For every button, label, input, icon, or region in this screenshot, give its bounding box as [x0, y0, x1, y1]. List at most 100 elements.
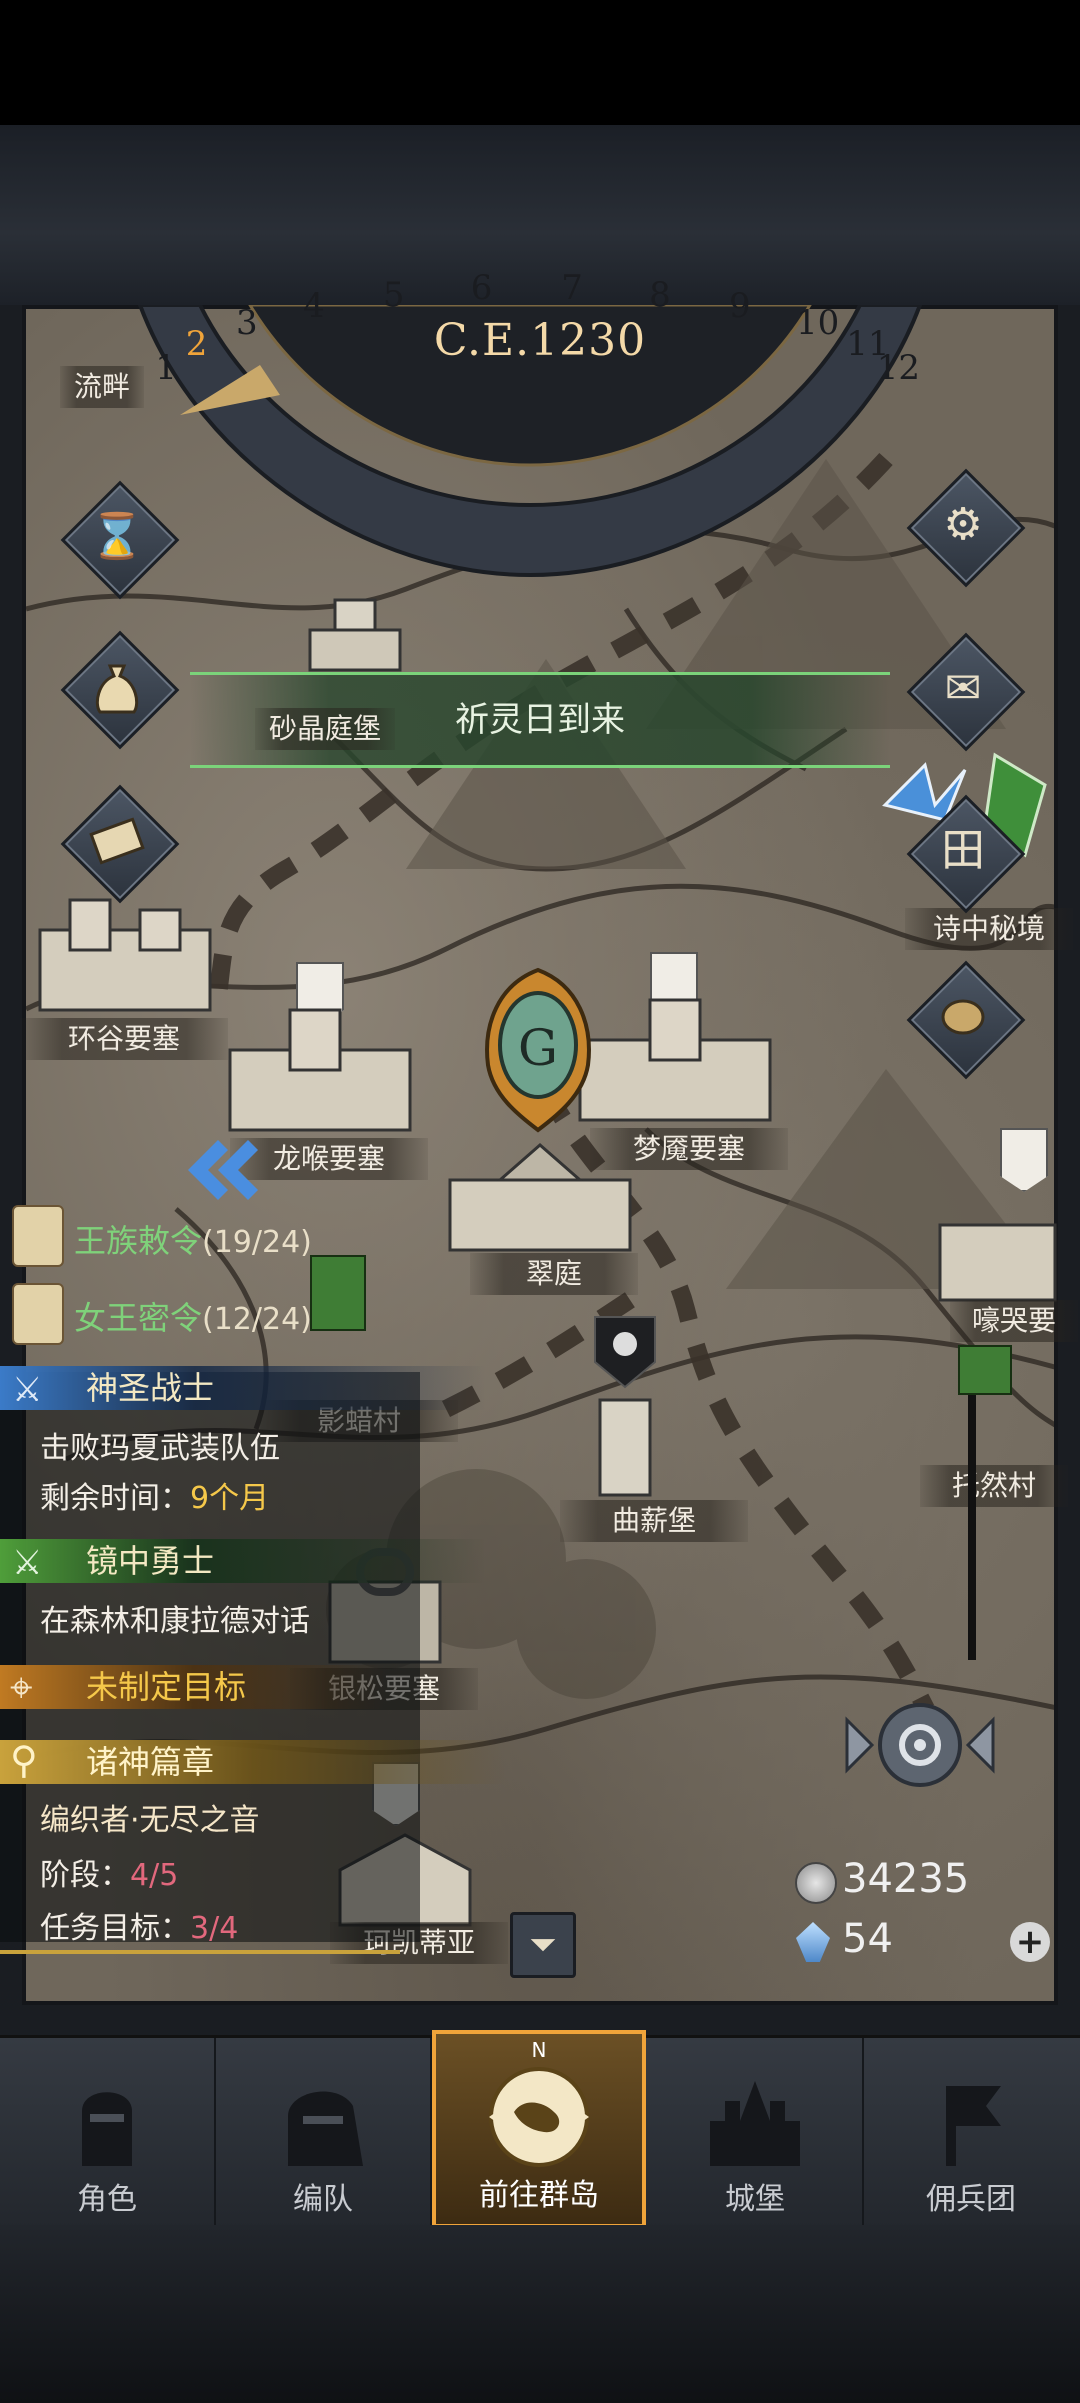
compass-map-icon: [489, 2067, 589, 2167]
quest-time: 剩余时间：9个月: [40, 1473, 269, 1517]
bag-button[interactable]: [60, 630, 180, 750]
location-label[interactable]: 曲薪堡: [560, 1500, 748, 1542]
month-number[interactable]: 7: [561, 268, 583, 308]
collapse-button[interactable]: ⏷: [510, 1912, 576, 1978]
hourglass-icon: ⌛: [89, 511, 145, 562]
royal-order-name: 王族敕令: [74, 1222, 203, 1260]
knight-helmet-icon: [82, 2092, 132, 2166]
search-icon: ⚲: [10, 1738, 38, 1782]
compass-n-label: N: [531, 2038, 547, 2062]
nav-label: 前往群岛: [479, 2178, 599, 2213]
banner-sun-icon: [594, 1316, 656, 1389]
locate-control[interactable]: [832, 1690, 1008, 1800]
castle-icon[interactable]: [930, 1185, 1060, 1305]
location-label[interactable]: 龙喉要塞: [230, 1138, 428, 1180]
helmet-shield-icon: [288, 2091, 363, 2166]
castle-icon[interactable]: [220, 1000, 420, 1135]
quest-unset-goal[interactable]: 未制定目标: [0, 1665, 386, 1709]
nav-label: 城堡: [725, 2182, 785, 2217]
month-number[interactable]: 1: [155, 348, 177, 388]
quest-goal-value: 3/4: [190, 1911, 239, 1946]
location-label[interactable]: 环谷要塞: [20, 1018, 228, 1060]
quest-divider: [0, 1950, 400, 1954]
hourglass-button[interactable]: ⌛: [60, 480, 180, 600]
nav-castle[interactable]: 城堡: [648, 2038, 864, 2228]
quest-title: 神圣战士: [86, 1369, 215, 1407]
castle-icon[interactable]: [570, 990, 780, 1125]
quest-title: 未制定目标: [86, 1668, 247, 1706]
arrow-left-icon: [845, 1716, 875, 1774]
quest-objective: 击败玛夏武装队伍: [40, 1431, 280, 1466]
royal-order-count: (19/24): [202, 1225, 312, 1260]
status-bar: [0, 0, 1080, 125]
back-chevron-icon[interactable]: [178, 1130, 258, 1210]
quest-title: 诸神篇章: [86, 1743, 215, 1781]
order-scroll-icon: [12, 1283, 64, 1345]
month-number[interactable]: 8: [649, 275, 671, 315]
grid-button[interactable]: 田: [906, 794, 1026, 914]
location-label[interactable]: 嚎哭要: [950, 1300, 1078, 1342]
month-number[interactable]: 6: [471, 268, 493, 308]
quest-time-value: 9个月: [190, 1481, 270, 1516]
quest-mirror-warrior[interactable]: 镜中勇士: [0, 1539, 486, 1583]
quest-subtitle: 编织者·无尽之音: [40, 1803, 260, 1838]
add-crystal-button[interactable]: +: [1010, 1922, 1050, 1962]
nav-label: 角色: [77, 2182, 137, 2217]
mail-button[interactable]: ✉: [906, 632, 1026, 752]
quest-gods-chapter[interactable]: 诸神篇章: [0, 1740, 506, 1784]
right-frame: [1058, 305, 1080, 2005]
scroll-button[interactable]: [60, 784, 180, 904]
month-number[interactable]: 9: [729, 286, 751, 326]
silver-amount: 34235: [842, 1856, 970, 1902]
queen-order[interactable]: 女王密令(12/24): [74, 1293, 312, 1339]
month-number[interactable]: 4: [303, 286, 325, 326]
month-number[interactable]: 10: [796, 303, 839, 343]
location-label[interactable]: 翠庭: [470, 1253, 638, 1295]
month-number[interactable]: 3: [236, 303, 258, 343]
location-label[interactable]: 流畔: [60, 366, 145, 408]
money-bag-icon: [95, 664, 139, 714]
month-number[interactable]: 5: [383, 275, 405, 315]
location-label[interactable]: 托然村: [920, 1465, 1068, 1507]
castle-icon[interactable]: [440, 1140, 640, 1255]
settings-button[interactable]: ⚙: [906, 468, 1026, 588]
coin-button[interactable]: [906, 960, 1026, 1080]
quest-title: 镜中勇士: [86, 1542, 215, 1580]
arrow-right-icon: [965, 1716, 995, 1774]
flag-fist-icon: [946, 2086, 1001, 2166]
envelope-icon: ✉: [944, 663, 982, 714]
nav-formation[interactable]: 编队: [216, 2038, 432, 2228]
month-number[interactable]: 2: [186, 324, 208, 364]
silver-coin-icon: [795, 1862, 837, 1904]
quest-holy-warrior[interactable]: 神圣战士: [0, 1366, 486, 1410]
tree-banner-icon: [310, 1255, 366, 1331]
location-label[interactable]: 诗中秘境: [905, 908, 1073, 950]
gear-icon: ⚙: [943, 499, 983, 550]
quest-time-label: 剩余时间：: [40, 1481, 190, 1516]
castle-icon[interactable]: [300, 560, 410, 680]
month-number[interactable]: 12: [877, 348, 920, 388]
castle-icon[interactable]: [570, 1390, 680, 1500]
quest-stage: 阶段：4/5: [40, 1850, 178, 1894]
nav-label: 编队: [293, 2182, 353, 2217]
bottom-bar: [0, 2225, 1080, 2403]
castle-icon[interactable]: [30, 880, 220, 1020]
quest-stage-value: 4/5: [130, 1858, 179, 1893]
nav-character[interactable]: 角色: [0, 2038, 216, 2228]
castle-nav-icon: [710, 2081, 800, 2166]
queen-order-count: (12/24): [202, 1302, 312, 1337]
nav-go-islands[interactable]: N 前往群岛: [432, 2030, 646, 2228]
nav-mercenary[interactable]: 佣兵团: [864, 2038, 1078, 2228]
order-scroll-icon: [12, 1205, 64, 1267]
scroll-icon: [89, 817, 145, 865]
plus-icon: +: [1015, 1922, 1045, 1962]
location-label[interactable]: 砂晶庭堡: [255, 708, 396, 750]
target-icon: ⌖: [10, 1665, 33, 1711]
player-marker-icon[interactable]: G: [478, 965, 598, 1135]
crossed-swords-icon: ⚔: [12, 1370, 43, 1410]
crystal-amount: 54: [842, 1916, 893, 1962]
flag-pole: [968, 1370, 976, 1660]
quest-goal: 任务目标：3/4: [40, 1903, 238, 1947]
quest-goal-label: 任务目标：: [40, 1911, 190, 1946]
royal-order[interactable]: 王族敕令(19/24): [74, 1216, 312, 1262]
